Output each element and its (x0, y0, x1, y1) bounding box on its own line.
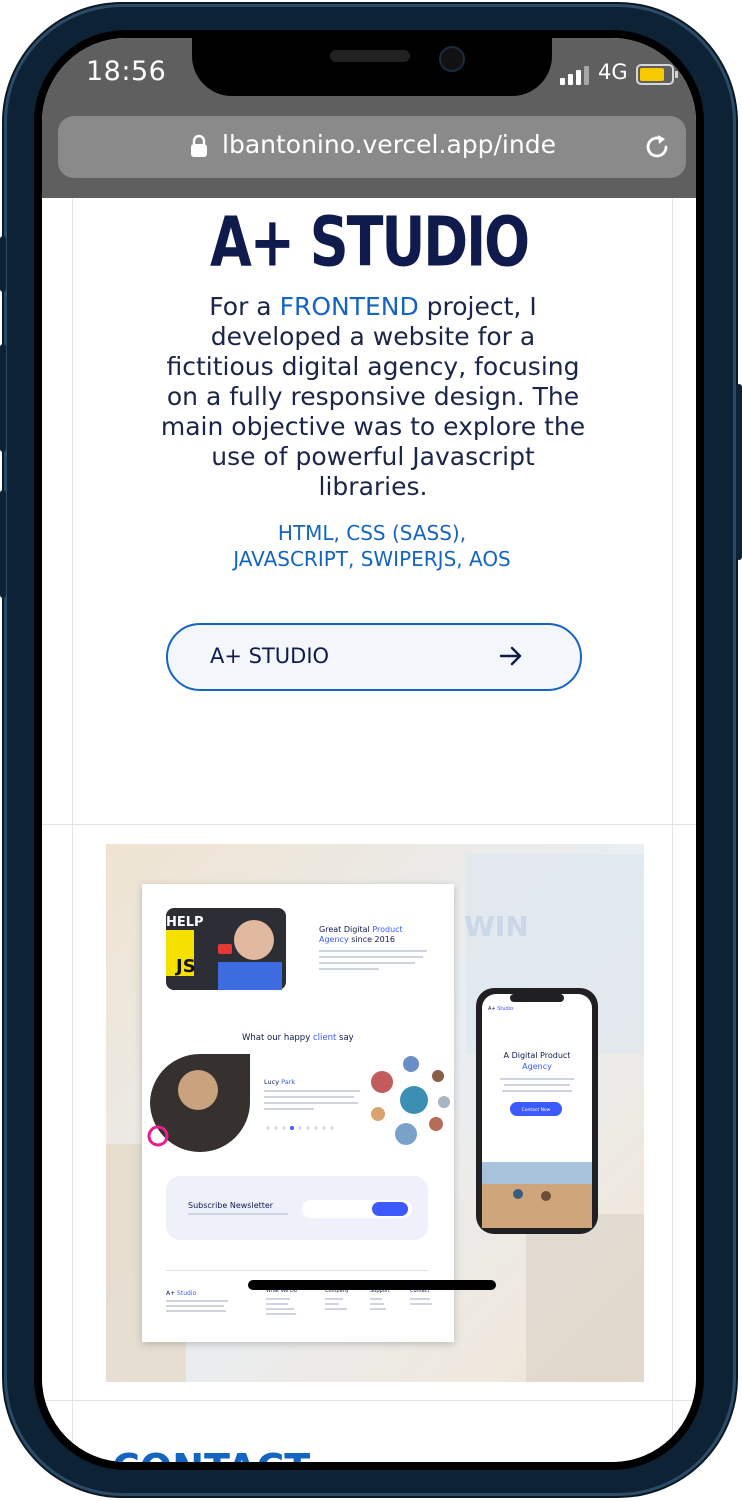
svg-text:Agency since 2016: Agency since 2016 (319, 935, 395, 944)
status-time: 18:56 (86, 56, 167, 87)
page-content: A+ STUDIO For a FRONTEND project, I deve… (42, 198, 696, 1462)
svg-text:Contact Now: Contact Now (522, 1107, 551, 1113)
project-link-button[interactable]: A+ STUDIO (166, 623, 582, 691)
tech-stack-line: HTML, CSS (SASS), (277, 521, 467, 545)
section-divider (42, 1400, 696, 1401)
project-title: A+ STUDIO (209, 202, 530, 283)
svg-text:Lucy Park: Lucy Park (264, 1078, 295, 1086)
screen: 18:56 4G lbantonino.vercel.app/inde A+ S… (42, 38, 696, 1462)
svg-text:Subscribe Newsletter: Subscribe Newsletter (188, 1201, 274, 1210)
project-link-label: A+ STUDIO (210, 644, 330, 668)
url-text[interactable]: lbantonino.vercel.app/inde (222, 130, 556, 159)
network-type: 4G (598, 60, 628, 84)
contact-heading: CONTACT (112, 1446, 310, 1462)
section-divider (42, 824, 696, 825)
project-description: For a FRONTEND project, I developed a we… (158, 292, 588, 502)
speaker (330, 50, 410, 62)
silent-switch (0, 236, 6, 292)
tech-stack: HTML, CSS (SASS), JAVASCRIPT, SWIPERJS, … (202, 520, 542, 572)
project-preview-image: WIN JS HELP Great Digital Product Agency… (106, 844, 644, 1382)
signal-icon (560, 66, 589, 85)
front-camera (439, 46, 465, 72)
power-button (736, 384, 742, 560)
tech-stack-line: JAVASCRIPT, SWIPERJS, AOS (233, 547, 511, 571)
battery-icon (636, 64, 678, 85)
address-bar[interactable]: lbantonino.vercel.app/inde (58, 116, 686, 178)
svg-text:Great Digital Product: Great Digital Product (319, 925, 403, 934)
svg-text:A Digital Product: A Digital Product (504, 1051, 571, 1060)
phone-screen-bezel: 18:56 4G lbantonino.vercel.app/inde A+ S… (34, 30, 704, 1470)
grid-line (672, 198, 673, 1462)
arrow-right-icon (499, 646, 522, 666)
status-bar: 18:56 4G lbantonino.vercel.app/inde (42, 38, 696, 198)
notch (192, 38, 552, 96)
description-highlight: FRONTEND (279, 292, 419, 321)
volume-down-button (0, 490, 6, 598)
home-indicator[interactable] (248, 1280, 496, 1290)
description-text: project, I developed a website for a fic… (160, 292, 586, 501)
grid-line (72, 198, 73, 1462)
svg-text:A+ Studio: A+ Studio (166, 1290, 196, 1297)
svg-text:What our happy client say: What our happy client say (242, 1033, 354, 1043)
reload-icon[interactable] (642, 132, 672, 162)
description-text: For a (209, 292, 280, 321)
svg-text:Agency: Agency (522, 1062, 552, 1071)
wall-sign: WIN (464, 910, 529, 943)
svg-text:HELP: HELP (166, 915, 204, 930)
svg-text:JS: JS (174, 956, 196, 977)
lock-icon (191, 134, 207, 157)
volume-up-button (0, 344, 6, 452)
preview-illustration: WIN JS HELP Great Digital Product Agency… (106, 844, 644, 1382)
svg-text:A+ Studio: A+ Studio (488, 1006, 513, 1012)
